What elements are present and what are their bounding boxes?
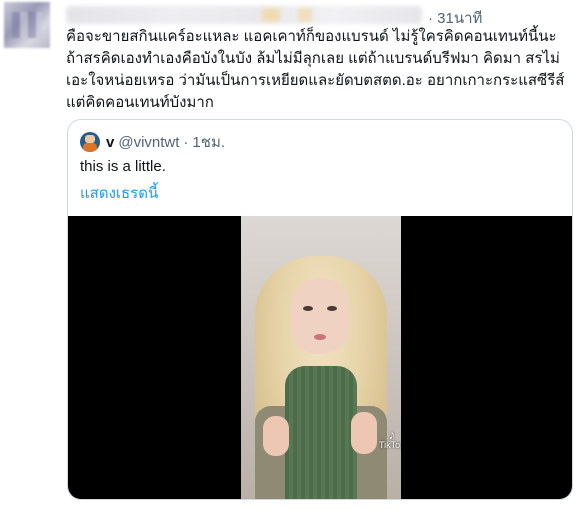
quoted-tweet-card[interactable]: v @vivntwt · 1ชม. this is a little. แสดง… [67,119,573,500]
show-thread-link[interactable]: แสดงเธรดนี้ [80,181,158,205]
separator-dot: · [183,133,189,151]
author-name-redacted [66,6,422,24]
tweet-text: คือจะขายสกินแคร์อะแหละ แอคเคาท์ก็ของแบรน… [66,28,565,111]
tiktok-watermark: ♪ TikTok [379,427,401,450]
quoted-tweet-header: v @vivntwt · 1ชม. [80,132,225,152]
quoted-author-name[interactable]: v [106,134,114,151]
quoted-media-video[interactable]: ♪ TikTok [68,216,572,499]
quoted-author-handle[interactable]: @vivntwt [118,134,179,151]
quoted-tweet-time[interactable]: 1ชม. [192,130,225,154]
quoted-tweet-text: this is a little. [80,158,166,175]
tiktok-note-icon: ♪ [388,427,396,442]
author-avatar[interactable] [4,2,50,48]
video-frame[interactable]: ♪ TikTok [241,216,401,499]
person-face [291,278,349,354]
quoted-author-avatar[interactable] [80,132,100,152]
